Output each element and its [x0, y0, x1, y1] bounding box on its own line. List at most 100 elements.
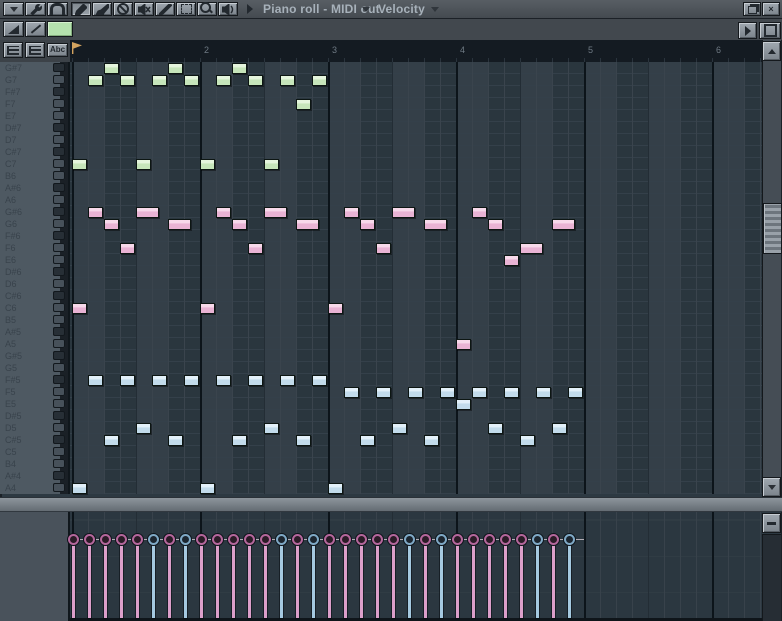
velocity-marker[interactable] [100, 534, 111, 545]
midi-note-D5[interactable] [136, 423, 151, 434]
velocity-stem[interactable] [104, 540, 107, 618]
scroll-down-button[interactable] [762, 477, 781, 497]
midi-note-C6[interactable] [200, 303, 215, 314]
midi-note-C7[interactable] [200, 159, 215, 170]
velocity-stem[interactable] [504, 540, 507, 618]
midi-note-F#5[interactable] [312, 375, 327, 386]
velocity-marker[interactable] [388, 534, 399, 545]
piano-key-C5[interactable]: C5 [0, 446, 68, 458]
midi-note-G7[interactable] [280, 75, 295, 86]
midi-note-G#6[interactable] [344, 207, 359, 218]
velocity-stem[interactable] [312, 540, 315, 618]
midi-note-G7[interactable] [88, 75, 103, 86]
piano-key-G#7[interactable]: G#7 [0, 62, 68, 74]
midi-note-F5[interactable] [472, 387, 487, 398]
key-names-button[interactable]: Abc [47, 43, 68, 57]
midi-note-G6[interactable] [168, 219, 191, 230]
midi-note-F#5[interactable] [88, 375, 103, 386]
velocity-stem[interactable] [552, 540, 555, 618]
midi-note-F#5[interactable] [184, 375, 199, 386]
midi-note-G#6[interactable] [472, 207, 487, 218]
midi-note-C7[interactable] [136, 159, 151, 170]
midi-note-A5[interactable] [456, 339, 471, 350]
velocity-stem[interactable] [248, 540, 251, 618]
key-style-button-2[interactable] [25, 42, 45, 58]
midi-note-A4[interactable] [200, 483, 215, 494]
piano-key-A#4[interactable]: A#4 [0, 470, 68, 482]
piano-key-F#6[interactable]: F#6 [0, 230, 68, 242]
velocity-stem[interactable] [296, 540, 299, 618]
piano-key-D#6[interactable]: D#6 [0, 266, 68, 278]
velocity-marker[interactable] [564, 534, 575, 545]
piano-key-F5[interactable]: F5 [0, 386, 68, 398]
velocity-marker[interactable] [244, 534, 255, 545]
note-color-swatch[interactable] [47, 21, 73, 37]
key-style-button-1[interactable] [3, 42, 23, 58]
midi-note-G7[interactable] [120, 75, 135, 86]
midi-note-G#7[interactable] [104, 63, 119, 74]
velocity-marker[interactable] [516, 534, 527, 545]
midi-note-D5[interactable] [264, 423, 279, 434]
velocity-marker[interactable] [180, 534, 191, 545]
piano-key-G#6[interactable]: G#6 [0, 206, 68, 218]
scroll-up-button[interactable] [762, 41, 781, 61]
title-dropdown-icon[interactable] [362, 7, 370, 12]
delete-tool-button[interactable] [113, 2, 133, 16]
midi-note-C#5[interactable] [232, 435, 247, 446]
midi-note-D5[interactable] [488, 423, 503, 434]
velocity-stem[interactable] [360, 540, 363, 618]
velocity-marker[interactable] [212, 534, 223, 545]
midi-note-F6[interactable] [248, 243, 263, 254]
piano-key-A4[interactable]: A4 [0, 482, 68, 494]
midi-note-G7[interactable] [248, 75, 263, 86]
scroll-right-button[interactable] [738, 22, 757, 39]
close-window-button[interactable]: × [762, 2, 780, 16]
midi-note-F5[interactable] [504, 387, 519, 398]
target-dropdown-icon[interactable] [431, 7, 439, 12]
midi-note-F5[interactable] [568, 387, 583, 398]
midi-note-F6[interactable] [376, 243, 391, 254]
velocity-marker[interactable] [468, 534, 479, 545]
piano-key-G6[interactable]: G6 [0, 218, 68, 230]
velocity-stem[interactable] [392, 540, 395, 618]
velocity-stem[interactable] [168, 540, 171, 618]
piano-key-A#5[interactable]: A#5 [0, 326, 68, 338]
velocity-marker[interactable] [84, 534, 95, 545]
piano-key-D5[interactable]: D5 [0, 422, 68, 434]
midi-note-G7[interactable] [152, 75, 167, 86]
velocity-stem[interactable] [264, 540, 267, 618]
midi-note-C6[interactable] [72, 303, 87, 314]
midi-note-G6[interactable] [488, 219, 503, 230]
velocity-stem[interactable] [120, 540, 123, 618]
midi-note-F#5[interactable] [280, 375, 295, 386]
velocity-marker[interactable] [532, 534, 543, 545]
velocity-stem[interactable] [408, 540, 411, 618]
line-tool-button[interactable] [25, 21, 46, 37]
piano-key-E7[interactable]: E7 [0, 110, 68, 122]
velocity-stem[interactable] [568, 540, 571, 618]
vertical-scrollbar[interactable] [762, 40, 781, 497]
midi-note-F#5[interactable] [152, 375, 167, 386]
velocity-marker[interactable] [404, 534, 415, 545]
midi-note-G6[interactable] [552, 219, 575, 230]
piano-key-F6[interactable]: F6 [0, 242, 68, 254]
midi-note-F6[interactable] [520, 243, 543, 254]
piano-key-A5[interactable]: A5 [0, 338, 68, 350]
velocity-stem[interactable] [536, 540, 539, 618]
velocity-stem[interactable] [232, 540, 235, 618]
midi-note-F5[interactable] [376, 387, 391, 398]
velocity-marker[interactable] [308, 534, 319, 545]
velocity-stem[interactable] [376, 540, 379, 618]
velocity-marker[interactable] [436, 534, 447, 545]
piano-key-G7[interactable]: G7 [0, 74, 68, 86]
velocity-marker[interactable] [292, 534, 303, 545]
velocity-marker[interactable] [340, 534, 351, 545]
midi-note-G7[interactable] [184, 75, 199, 86]
velocity-marker[interactable] [372, 534, 383, 545]
midi-note-G6[interactable] [360, 219, 375, 230]
velocity-stem[interactable] [344, 540, 347, 618]
piano-key-D#5[interactable]: D#5 [0, 410, 68, 422]
velocity-stem[interactable] [456, 540, 459, 618]
piano-key-C#6[interactable]: C#6 [0, 290, 68, 302]
piano-key-B4[interactable]: B4 [0, 458, 68, 470]
